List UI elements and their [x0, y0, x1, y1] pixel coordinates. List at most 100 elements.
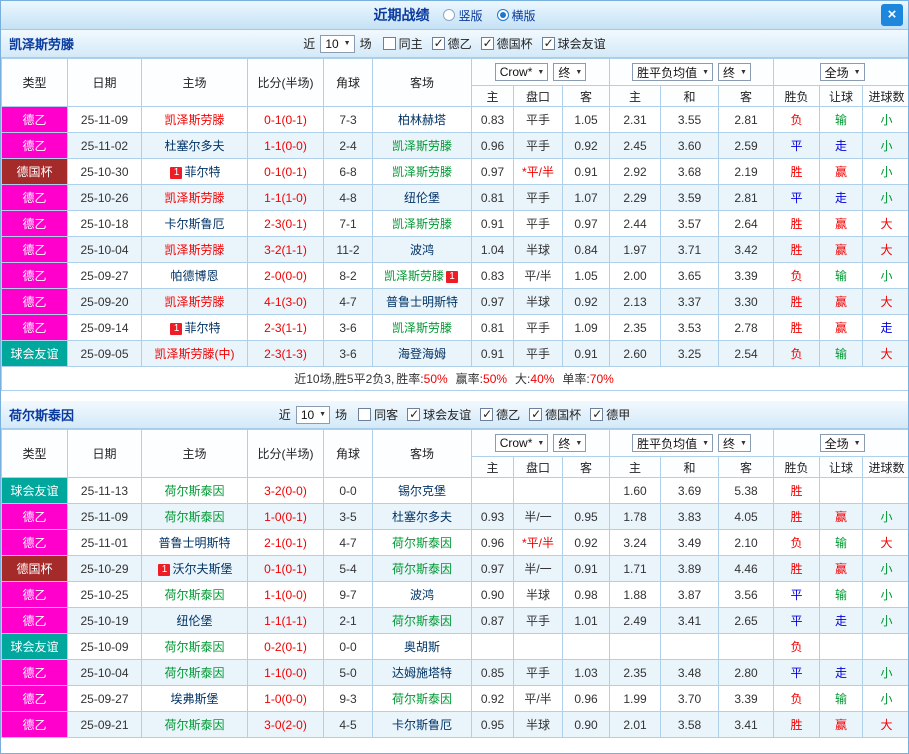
recent-results-popup: 近期战绩 竖版 横版 × 凯泽斯劳滕 近 10 ▼ 场 同主德乙德国杯球会友谊	[0, 0, 909, 754]
team-name-link[interactable]: 凯泽斯劳滕	[392, 217, 452, 231]
result-cell: 负	[773, 340, 821, 367]
filter-checkbox[interactable]: 德国杯	[529, 406, 581, 423]
fulltime-dropdown-value: 全场	[824, 436, 849, 451]
result-cell: 胜	[773, 555, 821, 582]
team-name-link[interactable]: 海登海姆	[398, 347, 446, 361]
corner-cell: 9-3	[323, 685, 373, 712]
team-name-link[interactable]: 荷尔斯泰因	[164, 718, 224, 732]
team-name-link[interactable]: 柏林赫塔	[398, 113, 446, 127]
team-name-link[interactable]: 荷尔斯泰因	[392, 692, 452, 706]
team-name-link[interactable]: 波鸿	[410, 588, 434, 602]
radio-selected-icon[interactable]	[496, 9, 509, 21]
checkbox-icon[interactable]	[480, 407, 494, 421]
filter-checkbox[interactable]: 同主	[382, 35, 423, 52]
team-name-link[interactable]: 锡尔克堡	[398, 484, 446, 498]
team-name-link[interactable]: 凯泽斯劳滕(中)	[155, 347, 235, 361]
team-name-link[interactable]: 达姆施塔特	[392, 666, 452, 680]
filter-checkbox[interactable]: 球会友谊	[407, 406, 471, 423]
team-name-link[interactable]: 纽伦堡	[404, 191, 440, 205]
checkbox-icon[interactable]	[541, 36, 555, 50]
result-cell: 负	[773, 106, 821, 133]
team-name-link[interactable]: 帕德博恩	[170, 269, 218, 283]
filter-checkbox[interactable]: 球会友谊	[541, 35, 606, 52]
team-name-link[interactable]: 卡尔斯鲁厄	[164, 217, 224, 231]
team-name-link[interactable]: 杜塞尔多夫	[392, 510, 452, 524]
result-cell: 胜	[773, 711, 821, 738]
filter-checkbox[interactable]: 同客	[358, 406, 398, 423]
checkbox-icon[interactable]	[529, 407, 543, 421]
team-name-link[interactable]: 纽伦堡	[176, 614, 212, 628]
checkbox-icon[interactable]	[382, 37, 396, 50]
team-name-link[interactable]: 凯泽斯劳滕	[384, 269, 444, 283]
near-label: 近	[278, 408, 291, 422]
team-name-link[interactable]: 波鸿	[410, 243, 434, 257]
goals-result-cell: 小	[862, 659, 908, 686]
bookmaker-dropdown[interactable]: Crow* ▼	[494, 434, 549, 452]
team-name-link[interactable]: 荷尔斯泰因	[164, 588, 224, 602]
team-name-link[interactable]: 菲尔特	[184, 321, 220, 335]
checkbox-icon[interactable]	[480, 36, 494, 50]
team-name-link[interactable]: 荷尔斯泰因	[164, 510, 224, 524]
handicap-home-odds-cell: 0.96	[471, 132, 514, 159]
close-button[interactable]: ×	[881, 4, 903, 26]
odds-average-dropdown[interactable]: 胜平负均值 ▼	[632, 434, 714, 452]
team-name-link[interactable]: 沃尔夫斯堡	[172, 562, 232, 576]
layout-horizontal-radio[interactable]: 横版	[496, 7, 536, 24]
radio-unselected-icon[interactable]	[443, 9, 456, 21]
team-name-link[interactable]: 普鲁士明斯特	[386, 295, 458, 309]
team-name-link[interactable]: 普鲁士明斯特	[158, 536, 230, 550]
odds-average-dropdown[interactable]: 胜平负均值 ▼	[632, 63, 714, 81]
fulltime-dropdown[interactable]: 全场 ▼	[819, 63, 865, 81]
team-name-link[interactable]: 卡尔斯鲁厄	[392, 718, 452, 732]
final-handicap-dropdown[interactable]: 终 ▼	[553, 434, 587, 452]
team-name-link[interactable]: 杜塞尔多夫	[164, 139, 224, 153]
games-count-dropdown[interactable]: 10 ▼	[320, 34, 355, 53]
filter-label: 德乙	[496, 408, 521, 422]
away-team-cell: 波鸿	[372, 236, 472, 263]
layout-vertical-radio[interactable]: 竖版	[443, 7, 483, 24]
filter-checkbox[interactable]: 德乙	[431, 35, 472, 52]
chevron-down-icon: ▼	[343, 40, 351, 47]
final-odds-dropdown[interactable]: 终 ▼	[718, 63, 751, 81]
result-cell: 平	[773, 581, 821, 608]
checkbox-icon[interactable]	[407, 407, 421, 421]
bookmaker-dropdown[interactable]: Crow* ▼	[494, 63, 549, 81]
games-count-dropdown[interactable]: 10 ▼	[295, 405, 331, 424]
popup-title: 近期战绩	[373, 7, 430, 23]
checkbox-icon[interactable]	[590, 407, 604, 421]
team-name-link[interactable]: 荷尔斯泰因	[164, 666, 224, 680]
team-name-link[interactable]: 凯泽斯劳滕	[392, 321, 452, 335]
summary-label: 大:	[515, 372, 531, 386]
team-name-link[interactable]: 荷尔斯泰因	[164, 640, 224, 654]
team-name-link[interactable]: 奥胡斯	[404, 640, 440, 654]
col-odds-home: 主	[609, 85, 662, 107]
match-row: 德乙 25-09-27 埃弗斯堡 1-0(0-0) 9-3 荷尔斯泰因 0.92 平/半 0.9…	[1, 685, 908, 712]
final-handicap-dropdown[interactable]: 终 ▼	[553, 63, 587, 81]
team-name-link[interactable]: 荷尔斯泰因	[392, 536, 452, 550]
filter-checkbox[interactable]: 德乙	[480, 406, 520, 423]
score-cell: 3-2(1-1)	[247, 236, 324, 263]
corner-cell: 5-0	[323, 659, 373, 686]
fulltime-dropdown[interactable]: 全场 ▼	[819, 434, 865, 452]
team-name-link[interactable]: 凯泽斯劳滕	[392, 165, 452, 179]
team-name-link[interactable]: 凯泽斯劳滕	[164, 243, 224, 257]
team-name-link[interactable]: 荷尔斯泰因	[392, 614, 452, 628]
team-name-link[interactable]: 凯泽斯劳滕	[164, 295, 224, 309]
final-odds-dropdown[interactable]: 终 ▼	[718, 434, 751, 452]
team-name-link[interactable]: 埃弗斯堡	[170, 692, 218, 706]
away-team-cell: 凯泽斯劳滕	[372, 158, 472, 185]
team-name-link[interactable]: 菲尔特	[184, 165, 220, 179]
checkbox-icon[interactable]	[431, 36, 445, 50]
team-name-link[interactable]: 荷尔斯泰因	[392, 562, 452, 576]
col-home: 主场	[141, 429, 248, 478]
checkbox-icon[interactable]	[358, 408, 372, 421]
handicap-result-cell: 赢	[819, 210, 864, 237]
filter-checkbox[interactable]: 德甲	[590, 406, 630, 423]
team-name-link[interactable]: 凯泽斯劳滕	[164, 113, 224, 127]
filter-checkbox[interactable]: 德国杯	[480, 35, 533, 52]
corner-cell: 3-5	[323, 503, 373, 530]
team-name-link[interactable]: 荷尔斯泰因	[164, 484, 224, 498]
team-name-link[interactable]: 凯泽斯劳滕	[392, 139, 452, 153]
team-name-link[interactable]: 凯泽斯劳滕	[164, 191, 224, 205]
handicap-group-header: Crow* ▼ 终 ▼	[470, 58, 611, 86]
